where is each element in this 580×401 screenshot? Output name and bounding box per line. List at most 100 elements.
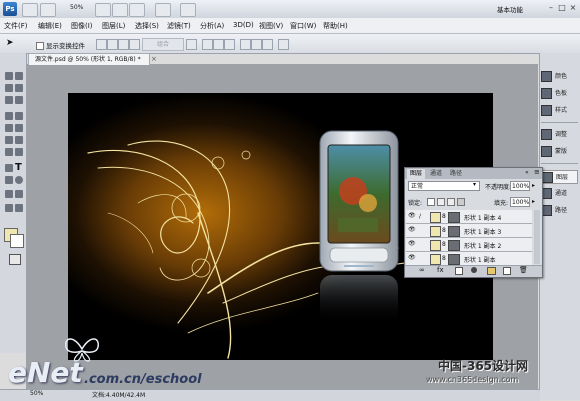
background-color-swatch[interactable] xyxy=(10,234,24,248)
path-mode-icon[interactable] xyxy=(186,39,197,50)
menu-analysis[interactable]: 分析(A) xyxy=(200,21,224,31)
minimize-icon[interactable]: – xyxy=(546,3,556,13)
eraser-tool-icon[interactable] xyxy=(5,136,13,144)
type-tool-icon[interactable]: T xyxy=(15,162,22,173)
tab-paths[interactable]: 路径 xyxy=(447,169,465,179)
bridge-icon[interactable] xyxy=(22,3,38,17)
marquee-tool-icon[interactable] xyxy=(5,72,13,80)
menu-window[interactable]: 窗口(W) xyxy=(290,21,316,31)
menu-file[interactable]: 文件(F) xyxy=(4,21,28,31)
3d-rotate-tool-icon[interactable] xyxy=(5,190,13,198)
menu-3d[interactable]: 3D(D) xyxy=(233,21,254,29)
zoom-level[interactable]: 50% xyxy=(70,4,83,11)
lock-all-icon[interactable] xyxy=(457,198,465,206)
blur-tool-icon[interactable] xyxy=(5,148,13,156)
chevron-down-icon[interactable]: ▾ xyxy=(473,181,476,188)
gradient-tool-icon[interactable] xyxy=(15,136,23,144)
lasso-tool-icon[interactable] xyxy=(5,84,13,92)
brush-tool-icon[interactable] xyxy=(15,112,23,120)
combine-button[interactable]: 组合 xyxy=(142,38,184,51)
layer-row[interactable]: 👁 8 形状 1 副本 3 xyxy=(406,224,532,238)
screen-mode-icon[interactable] xyxy=(180,3,196,17)
panel-menu-icon[interactable]: ≡ xyxy=(534,168,540,176)
dock-swatches[interactable]: 色板 xyxy=(541,87,578,101)
move-tool-icon[interactable]: ➤ xyxy=(6,38,20,49)
auto-align-icon[interactable] xyxy=(278,39,289,50)
ellipse-tool-icon[interactable] xyxy=(15,176,23,184)
dock-channels[interactable]: 通道 xyxy=(541,187,578,201)
path-select-tool-icon[interactable] xyxy=(5,176,13,184)
menu-view[interactable]: 视图(V) xyxy=(259,21,283,31)
history-brush-tool-icon[interactable] xyxy=(15,124,23,132)
menu-image[interactable]: 图像(I) xyxy=(71,21,93,31)
align-vcenter-icon[interactable] xyxy=(107,39,118,50)
eye-icon[interactable]: 👁 xyxy=(408,255,416,261)
distribute-hcenter-icon[interactable] xyxy=(251,39,262,50)
layer-row[interactable]: 👁 8 形状 1 副本 2 xyxy=(406,238,532,252)
dock-paths[interactable]: 路径 xyxy=(541,204,578,218)
link-layers-icon[interactable]: ∞ xyxy=(419,266,425,274)
tab-channels[interactable]: 通道 xyxy=(427,169,445,179)
status-zoom[interactable]: 50% xyxy=(30,390,43,397)
lock-position-icon[interactable] xyxy=(447,198,455,206)
opacity-field[interactable]: 100% xyxy=(510,181,530,191)
layer-style-icon[interactable]: fx xyxy=(437,266,444,274)
document-tab[interactable]: 源文件.psd @ 50% (形状 1, RGB/8) * xyxy=(28,53,150,65)
opacity-arrow-icon[interactable]: ▸ xyxy=(532,182,535,189)
rotate-view-icon[interactable] xyxy=(129,3,145,17)
blend-mode-select[interactable]: 正常 xyxy=(408,181,480,191)
view-extras-icon[interactable] xyxy=(40,3,56,17)
new-layer-icon[interactable] xyxy=(503,267,511,275)
align-left-icon[interactable] xyxy=(129,39,140,50)
lock-pixels-icon[interactable] xyxy=(437,198,445,206)
distribute-center-icon[interactable] xyxy=(213,39,224,50)
adjustment-layer-icon[interactable] xyxy=(471,267,477,273)
eye-icon[interactable]: 👁 xyxy=(408,213,416,219)
arrange-documents-icon[interactable] xyxy=(155,3,171,17)
eye-icon[interactable]: 👁 xyxy=(408,227,416,233)
zoom-tool-icon[interactable] xyxy=(112,3,128,17)
healing-brush-tool-icon[interactable] xyxy=(5,112,13,120)
quick-select-tool-icon[interactable] xyxy=(15,84,23,92)
dock-adjustments[interactable]: 调整 xyxy=(541,128,578,142)
eye-icon[interactable]: 👁 xyxy=(408,241,416,247)
workspace-switcher[interactable]: 基本功能 xyxy=(497,4,523,14)
dock-masks[interactable]: 蒙版 xyxy=(541,145,578,159)
checkbox-icon[interactable] xyxy=(36,42,44,50)
clone-stamp-tool-icon[interactable] xyxy=(5,124,13,132)
menu-layer[interactable]: 图层(L) xyxy=(102,21,125,31)
align-bottom-icon[interactable] xyxy=(118,39,129,50)
quick-mask-icon[interactable] xyxy=(9,254,21,265)
align-top-icon[interactable] xyxy=(96,39,107,50)
eyedropper-tool-icon[interactable] xyxy=(15,96,23,104)
menu-edit[interactable]: 编辑(E) xyxy=(38,21,62,31)
dock-styles[interactable]: 样式 xyxy=(541,104,578,118)
add-mask-icon[interactable] xyxy=(455,267,463,275)
dock-color[interactable]: 颜色 xyxy=(541,70,578,84)
fill-field[interactable]: 100% xyxy=(510,197,530,207)
menu-select[interactable]: 选择(S) xyxy=(135,21,159,31)
dodge-tool-icon[interactable] xyxy=(15,148,23,156)
crop-tool-icon[interactable] xyxy=(5,96,13,104)
distribute-bottom-icon[interactable] xyxy=(224,39,235,50)
hand-tool-icon[interactable] xyxy=(95,3,111,17)
dock-layers[interactable]: 图层 xyxy=(541,170,578,184)
pen-tool-icon[interactable] xyxy=(5,164,13,172)
3d-orbit-tool-icon[interactable] xyxy=(15,190,23,198)
layers-scrollbar[interactable] xyxy=(534,210,540,264)
maximize-icon[interactable]: □ xyxy=(557,3,567,13)
menu-help[interactable]: 帮助(H) xyxy=(323,21,348,31)
move-tool-icon[interactable] xyxy=(15,72,23,80)
distribute-top-icon[interactable] xyxy=(202,39,213,50)
panel-collapse-icon[interactable]: « xyxy=(525,169,529,176)
layer-row[interactable]: 👁 8 形状 1 副本 xyxy=(406,252,532,266)
menu-filter[interactable]: 滤镜(T) xyxy=(167,21,191,31)
lock-transparent-icon[interactable] xyxy=(427,198,435,206)
hand-tool-icon[interactable] xyxy=(5,204,13,212)
close-icon[interactable]: × xyxy=(568,3,578,13)
tab-layers[interactable]: 图层 xyxy=(407,169,426,179)
layer-row[interactable]: 👁 ∕ 8 形状 1 副本 4 xyxy=(406,210,532,224)
fill-arrow-icon[interactable]: ▸ xyxy=(532,198,535,205)
distribute-left-icon[interactable] xyxy=(240,39,251,50)
document-close-icon[interactable]: × xyxy=(151,55,157,63)
